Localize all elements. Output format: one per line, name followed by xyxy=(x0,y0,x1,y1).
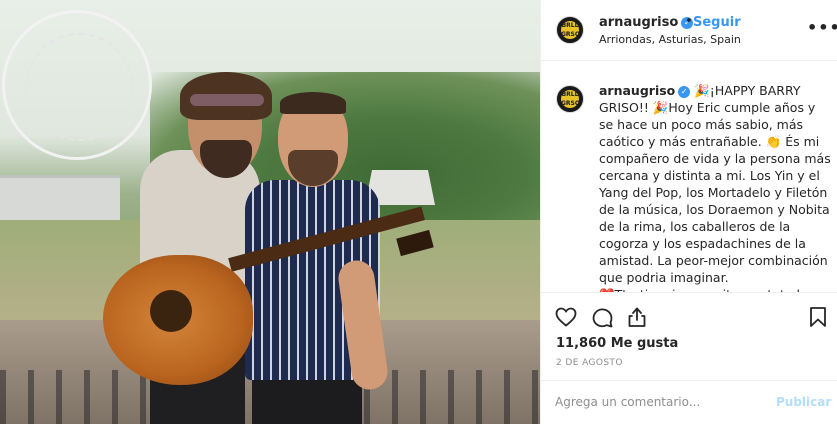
caption-area: BRLL GRSO arnaugriso ✓ 🎉¡HAPPY BARRY GRIS… xyxy=(541,62,837,292)
header-separator-dot: • xyxy=(685,14,693,29)
header-username[interactable]: arnaugriso xyxy=(599,15,678,30)
photo-person-right-hair xyxy=(280,92,346,114)
post-actions: 11,860 Me gusta 2 DE AGOSTO xyxy=(541,292,837,378)
post-header: BRLL GRSO arnaugriso ✓ • Seguir Arriondas… xyxy=(541,0,837,61)
photo-ferris-wheel xyxy=(2,10,152,160)
caption: arnaugriso ✓ 🎉¡HAPPY BARRY GRISO!! 🎉Hoy E… xyxy=(599,82,831,292)
caption-avatar-logo-text: BRLL GRSO xyxy=(561,90,580,108)
header-username-row: arnaugriso ✓ xyxy=(599,15,694,30)
bookmark-icon[interactable] xyxy=(806,305,830,329)
caption-verified-badge-icon: ✓ xyxy=(678,86,691,98)
post-comment-button[interactable]: Publicar xyxy=(776,395,831,409)
avatar-logo-text: BRLL GRSO xyxy=(561,21,580,39)
add-comment-bar: Publicar xyxy=(541,380,837,424)
caption-avatar[interactable]: BRLL GRSO xyxy=(556,85,584,113)
comment-input[interactable] xyxy=(555,391,765,413)
post-date[interactable]: 2 DE AGOSTO xyxy=(556,358,623,368)
follow-button[interactable]: Seguir xyxy=(693,15,741,30)
avatar[interactable]: BRLL GRSO xyxy=(556,16,584,44)
more-options-icon[interactable]: ••• xyxy=(807,18,837,37)
speech-bubble-icon[interactable] xyxy=(590,305,614,329)
post-side-panel: BRLL GRSO arnaugriso ✓ • Seguir Arriondas… xyxy=(540,0,837,424)
photo-person-left-headband xyxy=(190,94,264,106)
caption-username[interactable]: arnaugriso xyxy=(599,83,675,98)
post-photo[interactable] xyxy=(0,0,540,424)
share-icon[interactable] xyxy=(625,305,649,329)
likes-count[interactable]: 11,860 Me gusta xyxy=(556,336,678,351)
caption-text: 🎉¡HAPPY BARRY GRISO!! 🎉Hoy Eric cumple a… xyxy=(599,83,831,292)
photo-guitar-soundhole xyxy=(150,290,192,332)
location-link[interactable]: Arriondas, Asturias, Spain xyxy=(599,33,741,46)
heart-icon[interactable] xyxy=(554,305,578,329)
